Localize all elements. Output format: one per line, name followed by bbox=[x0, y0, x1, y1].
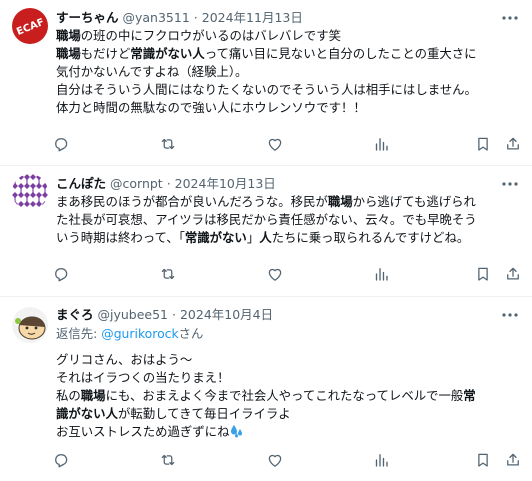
text-line: 体力と時間の無駄なので強い人にホウレンソウです！！ bbox=[56, 99, 522, 117]
highlight: 常識がない人 bbox=[130, 46, 205, 61]
text-line: た社長が可哀想、アイツラは移民だから責任感がない、云々。でも早晩そう bbox=[56, 211, 522, 229]
bookmark-icon[interactable] bbox=[472, 450, 494, 470]
highlight: 識がない人 bbox=[56, 406, 118, 421]
reply-user-link[interactable]: @gurikorock bbox=[101, 326, 178, 341]
text-run: 」 bbox=[246, 230, 260, 245]
display-name[interactable]: こんぽた bbox=[56, 176, 106, 191]
text-line: 職場もだけど常識がない人って痛い目に見ないと自分のしたことの重大さに bbox=[56, 45, 522, 63]
text-run: もだけど bbox=[80, 46, 131, 61]
tweet-header: こんぽた @cornpt · 2024年10月13日 bbox=[56, 175, 492, 193]
tweet-text: 職場の班の中にフクロウがいるのはバレバレです笑 職場もだけど常識がない人って痛い… bbox=[56, 27, 522, 117]
tweet-text: まあ移民のほうが都合が良いんだろうな。移民が職場から逃げても逃げられ た社長が可… bbox=[56, 193, 522, 247]
more-icon[interactable] bbox=[500, 306, 520, 324]
text-line: お互いストレスため過ぎずにね bbox=[56, 423, 522, 441]
tweet[interactable]: こんぽた @cornpt · 2024年10月13日 まあ移民のほうが都合が良い… bbox=[0, 166, 532, 297]
text-line: まあ移民のほうが都合が良いんだろうな。移民が職場から逃げても逃げられ bbox=[56, 193, 522, 211]
separator: · bbox=[193, 10, 198, 25]
more-icon[interactable] bbox=[500, 175, 520, 193]
reply-suffix: さん bbox=[178, 326, 204, 341]
bookmark-icon[interactable] bbox=[472, 134, 494, 154]
text-line: いう時期は終わって、「常識がない」人たちに乗っ取られるんですけどね。 bbox=[56, 229, 522, 247]
tweet-header: まぐろ @jyubee51 · 2024年10月4日 bbox=[56, 306, 492, 324]
text-run: たちに乗っ取られるんですけどね。 bbox=[271, 230, 470, 245]
avatar[interactable]: ECAF bbox=[12, 8, 48, 44]
text-run: まあ移民のほうが都合が良いんだろうな。移民が bbox=[56, 194, 328, 209]
tweet[interactable]: まぐろ @jyubee51 · 2024年10月4日 返信先: @gurikor… bbox=[0, 297, 532, 481]
text-run: が転勤してきて毎日イライラよ bbox=[117, 406, 291, 421]
text-run: から逃げても逃げられ bbox=[352, 194, 476, 209]
text-run: の班の中にフクロウがいるのはバレバレです笑 bbox=[80, 28, 341, 43]
retweet-icon[interactable] bbox=[157, 264, 179, 284]
text-line: 識がない人が転勤してきて毎日イライラよ bbox=[56, 405, 522, 423]
text-run: グリコさん、おはよう～ bbox=[56, 352, 193, 367]
highlight: 常 bbox=[463, 388, 476, 403]
reply-context: 返信先: @gurikorockさん bbox=[56, 325, 522, 343]
views-icon[interactable] bbox=[370, 264, 392, 284]
text-run: 自分はそういう人間にはなりたくないのでそういう人は相手にはしません。 bbox=[56, 82, 477, 97]
user-handle[interactable]: @yan3511 bbox=[123, 10, 190, 25]
user-handle[interactable]: @cornpt bbox=[110, 176, 163, 191]
reply-icon[interactable] bbox=[50, 134, 72, 154]
avatar[interactable] bbox=[12, 174, 48, 210]
share-icon[interactable] bbox=[502, 134, 524, 154]
timestamp[interactable]: 2024年11月13日 bbox=[202, 10, 303, 25]
text-run: た社長が可哀想、アイツラは移民だから責任感がない、云々。でも早晩そう bbox=[56, 212, 477, 227]
avatar[interactable] bbox=[12, 307, 48, 343]
like-icon[interactable] bbox=[264, 134, 286, 154]
text-line: 職場の班の中にフクロウがいるのはバレバレです笑 bbox=[56, 27, 522, 45]
views-icon[interactable] bbox=[370, 450, 392, 470]
text-run: 私の bbox=[56, 388, 81, 403]
text-line: グリコさん、おはよう～ bbox=[56, 351, 522, 369]
reply-icon[interactable] bbox=[50, 264, 72, 284]
timestamp[interactable]: 2024年10月13日 bbox=[175, 176, 276, 191]
tweet-actions bbox=[50, 264, 524, 284]
text-line: 私の職場にも、おまえよく今まで社会人やってこれたなってレベルで一般常 bbox=[56, 387, 522, 405]
reply-prefix: 返信先: bbox=[56, 326, 102, 341]
text-run: いう時期は終わって、「 bbox=[56, 230, 185, 245]
reply-icon[interactable] bbox=[50, 450, 72, 470]
text-run: それはイラつくの当たりまえ！ bbox=[56, 370, 230, 385]
highlight: 職場 bbox=[327, 194, 353, 209]
like-icon[interactable] bbox=[264, 450, 286, 470]
share-icon[interactable] bbox=[502, 264, 524, 284]
highlight: 職場 bbox=[56, 28, 81, 43]
water-drops-emoji bbox=[230, 424, 244, 441]
more-icon[interactable] bbox=[500, 9, 520, 27]
highlight: 職場 bbox=[80, 388, 106, 403]
tweet[interactable]: ECAF すーちゃん @yan3511 · 2024年11月13日 職場の班の中… bbox=[0, 0, 532, 166]
highlight: 人 bbox=[259, 230, 272, 245]
views-icon[interactable] bbox=[370, 134, 392, 154]
share-icon[interactable] bbox=[502, 450, 524, 470]
text-run: お互いストレスため過ぎずにね bbox=[56, 424, 230, 439]
text-line: それはイラつくの当たりまえ！ bbox=[56, 369, 522, 387]
like-icon[interactable] bbox=[264, 264, 286, 284]
text-line: 自分はそういう人間にはなりたくないのでそういう人は相手にはしません。 bbox=[56, 81, 522, 99]
separator: · bbox=[172, 307, 176, 322]
text-line: 気付かないんですよね（経験上）。 bbox=[56, 63, 522, 81]
tweet-header: すーちゃん @yan3511 · 2024年11月13日 bbox=[56, 9, 492, 27]
display-name[interactable]: まぐろ bbox=[56, 307, 94, 322]
text-run: にも、おまえよく今まで社会人やってこれたなってレベルで一般 bbox=[105, 388, 464, 403]
text-run: 気付かないんですよね（経験上）。 bbox=[56, 64, 248, 79]
retweet-icon[interactable] bbox=[157, 450, 179, 470]
text-run: って痛い目に見ないと自分のしたことの重大さに bbox=[204, 46, 477, 61]
text-run: 体力と時間の無駄なので強い人にホウレンソウです！！ bbox=[56, 100, 366, 115]
separator: · bbox=[166, 176, 171, 191]
tweet-actions bbox=[50, 450, 524, 470]
retweet-icon[interactable] bbox=[157, 134, 179, 154]
display-name[interactable]: すーちゃん bbox=[56, 10, 119, 25]
tweet-text: 返信先: @gurikorockさん グリコさん、おはよう～ それはイラつくの当… bbox=[56, 325, 522, 441]
highlight: 職場 bbox=[56, 46, 81, 61]
user-handle[interactable]: @jyubee51 bbox=[98, 307, 169, 322]
highlight: 常識がない bbox=[184, 230, 247, 245]
bookmark-icon[interactable] bbox=[472, 264, 494, 284]
tweet-actions bbox=[50, 134, 524, 154]
timestamp[interactable]: 2024年10月4日 bbox=[180, 307, 273, 322]
